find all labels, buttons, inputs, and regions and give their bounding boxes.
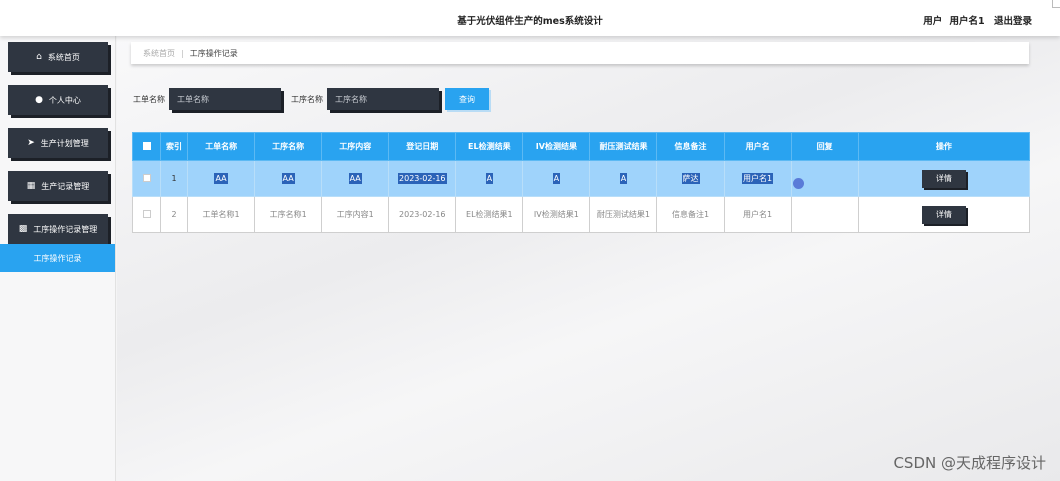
table-cell: A <box>522 160 591 197</box>
table-cell: AA <box>187 160 256 197</box>
action-cell: 详情 <box>857 160 1031 197</box>
row-checkbox[interactable] <box>142 173 151 182</box>
table-cell: 萨达 <box>656 160 725 197</box>
sidebar-item-plan[interactable]: ➤ 生产计划管理 <box>8 128 108 158</box>
table-row[interactable]: 2 工单名称1 工序名称1 工序内容1 2023-02-16 EL检测结果1 I… <box>131 196 1031 233</box>
sidebar-item-label: 工序操作记录管理 <box>33 224 98 234</box>
detail-button[interactable]: 详情 <box>921 169 966 188</box>
mouse-cursor-indicator <box>793 178 804 189</box>
column-header: 索引 <box>160 132 189 161</box>
select-all-checkbox[interactable] <box>142 141 151 150</box>
row-checkbox[interactable] <box>142 209 151 218</box>
column-header: 操作 <box>857 132 1031 161</box>
corner-box <box>1052 0 1060 8</box>
table-cell <box>790 196 859 233</box>
breadcrumb: 系统首页 | 工序操作记录 <box>131 42 1029 64</box>
column-header: EL检测结果 <box>455 132 524 161</box>
sidebar-item-label: 个人中心 <box>48 95 81 105</box>
sidebar-subitem-active[interactable]: 工序操作记录 <box>0 244 115 272</box>
watermark: CSDN @天成程序设计 <box>893 454 1046 472</box>
sidebar: ⌂ 系统首页 ● 个人中心 ➤ 生产计划管理 ▦ 生产记录管理 ▩ 工序操作记录… <box>0 36 116 481</box>
user-label: 用户 <box>923 16 943 27</box>
send-icon: ➤ <box>27 138 35 148</box>
top-header: 基于光伏组件生产的mes系统设计 用户 用户名1 退出登录 <box>0 0 1060 36</box>
column-header: 工单名称 <box>187 132 256 161</box>
sidebar-item-profile[interactable]: ● 个人中心 <box>8 85 108 115</box>
clipboard-icon: ▩ <box>18 224 28 234</box>
column-header: 工序内容 <box>321 132 390 161</box>
table-cell: A <box>589 160 658 197</box>
field1-label: 工单名称 <box>133 94 165 104</box>
row-checkbox-cell[interactable] <box>131 160 162 197</box>
table-cell: 2023-02-16 <box>388 196 457 233</box>
table-cell: 信息备注1 <box>656 196 725 233</box>
user-icon: ● <box>35 95 43 105</box>
user-name: 用户名1 <box>949 16 985 27</box>
sidebar-item-records[interactable]: ▦ 生产记录管理 <box>8 171 108 201</box>
table-header-row: 索引 工单名称 工序名称 工序内容 登记日期 EL检测结果 IV检测结果 耐压测… <box>131 132 1031 161</box>
select-all-header[interactable] <box>131 132 162 161</box>
main-content: 系统首页 | 工序操作记录 工单名称 工序名称 查询 索引 工单名称 工序名称 … <box>117 36 1060 481</box>
detail-button[interactable]: 详情 <box>921 205 966 224</box>
breadcrumb-home[interactable]: 系统首页 <box>143 48 175 59</box>
user-area: 用户 用户名1 退出登录 <box>919 13 1032 27</box>
table-cell: 耐压测试结果1 <box>589 196 658 233</box>
field2-label: 工序名称 <box>291 94 323 104</box>
breadcrumb-current: 工序操作记录 <box>189 48 238 58</box>
table-cell: 用户名1 <box>723 196 792 233</box>
table-row[interactable]: 1 AA AA AA 2023-02-16 A A A 萨达 用户名1 详情 <box>131 160 1031 197</box>
table-cell: 工单名称1 <box>187 196 256 233</box>
table-cell: IV检测结果1 <box>522 196 591 233</box>
column-header: 登记日期 <box>388 132 457 161</box>
logout-link[interactable]: 退出登录 <box>994 16 1032 27</box>
sidebar-item-label: 生产记录管理 <box>41 181 90 191</box>
column-header: 用户名 <box>723 132 792 161</box>
search-row: 工单名称 工序名称 查询 <box>133 88 489 110</box>
records-table: 索引 工单名称 工序名称 工序内容 登记日期 EL检测结果 IV检测结果 耐压测… <box>131 132 1031 233</box>
row-checkbox-cell[interactable] <box>131 196 162 233</box>
table-cell: 工序内容1 <box>321 196 390 233</box>
sidebar-item-process[interactable]: ▩ 工序操作记录管理 <box>8 214 108 244</box>
table-cell: 2 <box>160 196 189 233</box>
table-cell: AA <box>321 160 390 197</box>
search-button[interactable]: 查询 <box>445 88 489 110</box>
sidebar-item-label: 生产计划管理 <box>40 138 89 148</box>
home-icon: ⌂ <box>36 52 42 62</box>
table-cell: 用户名1 <box>723 160 792 197</box>
app-title: 基于光伏组件生产的mes系统设计 <box>457 16 603 27</box>
table-cell: 工序名称1 <box>254 196 323 233</box>
table-cell: AA <box>254 160 323 197</box>
table-cell: 1 <box>160 160 189 197</box>
sidebar-item-home[interactable]: ⌂ 系统首页 <box>8 42 108 72</box>
column-header: 信息备注 <box>656 132 725 161</box>
column-header: IV检测结果 <box>522 132 591 161</box>
grid-icon: ▦ <box>26 181 36 191</box>
column-header: 工序名称 <box>254 132 323 161</box>
column-header: 回复 <box>790 132 859 161</box>
sidebar-item-label: 系统首页 <box>47 52 80 62</box>
process-name-input[interactable] <box>327 88 439 110</box>
table-cell: 2023-02-16 <box>388 160 457 197</box>
action-cell: 详情 <box>857 196 1031 233</box>
table-cell: A <box>455 160 524 197</box>
breadcrumb-separator: | <box>181 48 184 58</box>
column-header: 耐压测试结果 <box>589 132 658 161</box>
order-name-input[interactable] <box>169 88 281 110</box>
table-cell: EL检测结果1 <box>455 196 524 233</box>
